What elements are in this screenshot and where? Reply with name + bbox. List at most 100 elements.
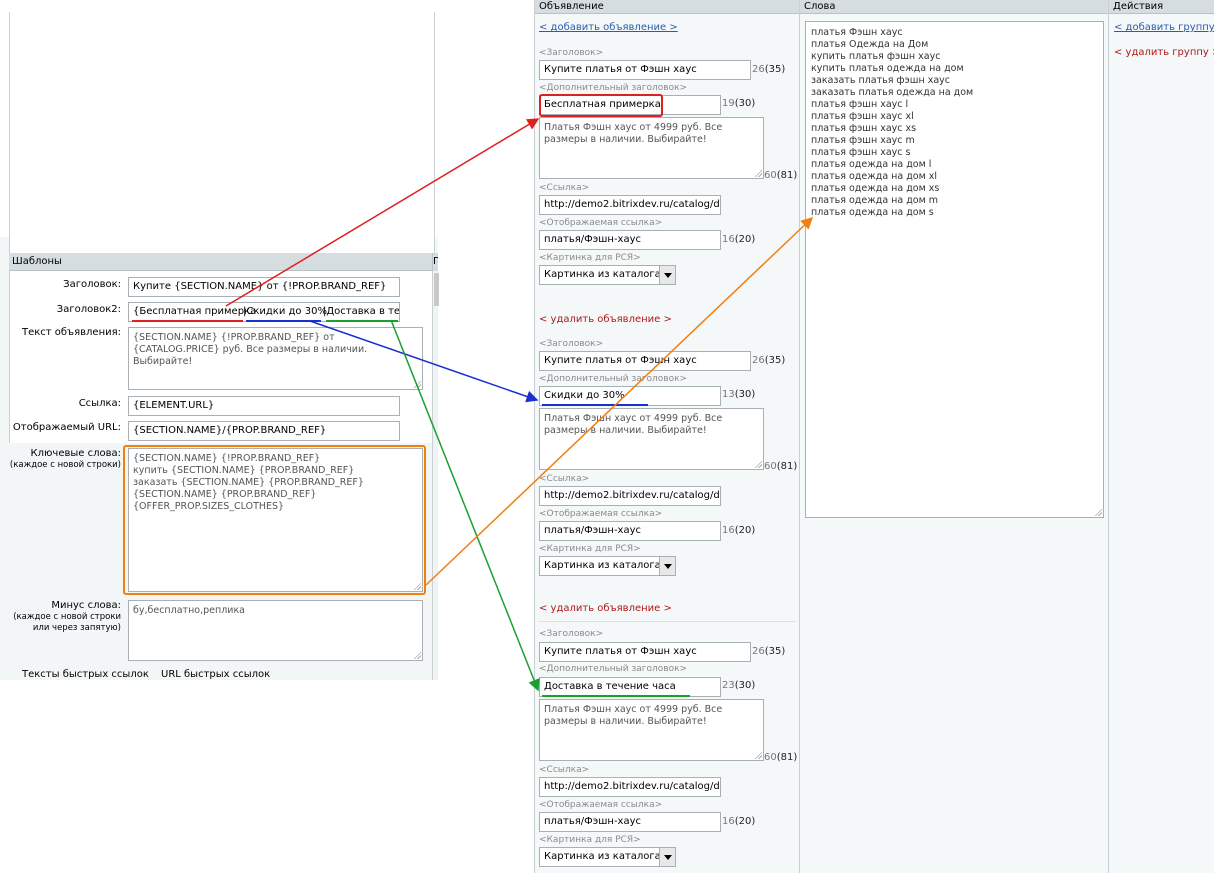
title2-variant-3: |Доставка в течение часа: [323, 306, 400, 317]
keyword-line: купить платья одежда на дом: [811, 63, 964, 74]
column-header-words: Слова: [800, 0, 1108, 14]
char-counter: 16(20): [722, 234, 756, 245]
title2-variant-2: |Скидки до 30%: [243, 306, 327, 317]
ad-extra-title-input[interactable]: Скидки до 30%: [539, 386, 721, 406]
title-label: <Заголовок>: [539, 48, 604, 58]
scrollbar-thumb[interactable]: [434, 273, 439, 306]
chevron-down-icon[interactable]: [659, 848, 675, 866]
resize-grip-icon[interactable]: [413, 651, 421, 659]
resize-grip-icon[interactable]: [413, 380, 421, 388]
ad-title-input[interactable]: Купите платья от Фэшн хаус: [539, 60, 751, 80]
keyword-line: заказать платья фэшн хаус: [811, 75, 950, 86]
column-header-actions: Действия: [1109, 0, 1214, 14]
template-link-input[interactable]: {ELEMENT.URL}: [128, 396, 400, 416]
ad-link-input[interactable]: http://demo2.bitrixdev.ru/catalog/dres: [539, 777, 721, 797]
char-counter: 60(81): [764, 461, 798, 472]
char-counter: 60(81): [764, 170, 798, 181]
display-link-label: <Отображаемая ссылка>: [539, 218, 663, 228]
title2-variant-1: {Бесплатная примерка: [133, 306, 257, 317]
extra-title-label: <Дополнительный заголовок>: [539, 374, 688, 384]
ad-text-textarea[interactable]: Платья Фэшн хаус от 4999 руб. Все размер…: [539, 117, 764, 179]
templates-header-next-column: П: [432, 253, 438, 271]
char-counter: 16(20): [722, 816, 756, 827]
keyword-line: платья Фэшн хаус: [811, 27, 903, 38]
chevron-down-icon[interactable]: [659, 266, 675, 284]
add-ad-link[interactable]: < добавить объявление >: [539, 22, 678, 33]
resize-grip-icon[interactable]: [1094, 508, 1102, 516]
picture-label: <Картинка для РСЯ>: [539, 253, 641, 263]
ad-display-link-input[interactable]: платья/Фэшн-хаус: [539, 812, 721, 832]
delete-ad-link[interactable]: < удалить объявление >: [539, 314, 672, 325]
delete-group-link[interactable]: < удалить группу >: [1114, 47, 1214, 58]
char-counter: 16(20): [722, 525, 756, 536]
template-title-label: Заголовок:: [63, 279, 121, 290]
char-counter: 26(35): [752, 646, 786, 657]
picture-select[interactable]: Картинка из каталога: [539, 265, 676, 285]
template-keywords-hint: (каждое с новой строки): [9, 460, 121, 470]
keywords-highlight-frame: [123, 445, 426, 595]
ad-display-link-input[interactable]: платья/Фэшн-хаус: [539, 521, 721, 541]
template-title-input[interactable]: Купите {SECTION.NAME} от {!PROP.BRAND_RE…: [128, 277, 400, 297]
template-minus-label: Минус слова:: [51, 600, 121, 611]
template-text-textarea[interactable]: {SECTION.NAME} {!PROP.BRAND_REF} от {CAT…: [128, 327, 423, 390]
char-counter: 23(30): [722, 680, 756, 691]
ad-title-input[interactable]: Купите платья от Фэшн хаус: [539, 642, 751, 662]
quick-links-texts-label: Тексты быстрых ссылок: [22, 669, 149, 680]
column-divider: [1108, 0, 1109, 873]
ad-link-input[interactable]: http://demo2.bitrixdev.ru/catalog/dres: [539, 195, 721, 215]
title-label: <Заголовок>: [539, 339, 604, 349]
ad-extra-title-input[interactable]: Доставка в течение часа: [539, 677, 721, 697]
template-minus-hint: (каждое с новой строки: [13, 612, 121, 622]
ad-title-input[interactable]: Купите платья от Фэшн хаус: [539, 351, 751, 371]
column-divider: [799, 0, 800, 873]
display-link-label: <Отображаемая ссылка>: [539, 509, 663, 519]
chevron-down-icon[interactable]: [659, 557, 675, 575]
template-display-url-input[interactable]: {SECTION.NAME}/{PROP.BRAND_REF}: [128, 421, 400, 441]
ad-text-textarea[interactable]: Платья Фэшн хаус от 4999 руб. Все размер…: [539, 408, 764, 470]
keyword-line: заказать платья одежда на дом: [811, 87, 974, 98]
display-link-label: <Отображаемая ссылка>: [539, 800, 663, 810]
ad-divider: [538, 621, 796, 622]
template-title2-label: Заголовок2:: [56, 304, 121, 315]
picture-label: <Картинка для РСЯ>: [539, 835, 641, 845]
keyword-line: платья фэшн хаус m: [811, 135, 915, 146]
template-display-url-label: Отображаемый URL:: [12, 422, 121, 433]
link-label: <Ссылка>: [539, 474, 590, 484]
picture-select[interactable]: Картинка из каталога: [539, 556, 676, 576]
link-label: <Ссылка>: [539, 183, 590, 193]
char-counter: 13(30): [722, 389, 756, 400]
ad-link-input[interactable]: http://demo2.bitrixdev.ru/catalog/dres: [539, 486, 721, 506]
keyword-line: платья Одежда на Дом: [811, 39, 929, 50]
templates-side-column: [432, 271, 438, 680]
keyword-line: платья фэшн хаус xs: [811, 123, 917, 134]
quick-links-urls-label: URL быстрых ссылок: [161, 669, 271, 680]
template-text-label: Текст объявления:: [21, 327, 121, 338]
ad-display-link-input[interactable]: платья/Фэшн-хаус: [539, 230, 721, 250]
resize-grip-icon[interactable]: [754, 460, 762, 468]
resize-grip-icon[interactable]: [754, 169, 762, 177]
delete-ad-link[interactable]: < удалить объявление >: [539, 603, 672, 614]
keyword-line: платья одежда на дом m: [811, 195, 939, 206]
picture-select[interactable]: Картинка из каталога: [539, 847, 676, 867]
char-counter: 26(35): [752, 64, 786, 75]
keyword-line: платья фэшн хаус l: [811, 99, 909, 110]
keyword-line: платья одежда на дом xl: [811, 171, 938, 182]
ad-extra-title-input[interactable]: Бесплатная примерка: [539, 95, 721, 115]
keywords-textarea[interactable]: платья Фэшн хаус платья Одежда на Дом ку…: [805, 21, 1104, 518]
extra-title-label: <Дополнительный заголовок>: [539, 83, 688, 93]
ad-text-textarea[interactable]: Платья Фэшн хаус от 4999 руб. Все размер…: [539, 699, 764, 761]
templates-header: Шаблоны: [9, 253, 433, 271]
extra-title-label: <Дополнительный заголовок>: [539, 664, 688, 674]
char-counter: 19(30): [722, 98, 756, 109]
keyword-line: платья одежда на дом xs: [811, 183, 940, 194]
char-counter: 60(81): [764, 752, 798, 763]
keyword-line: платья фэшн хаус xl: [811, 111, 914, 122]
add-group-link[interactable]: < добавить группу >: [1114, 22, 1214, 33]
template-keywords-label: Ключевые слова:: [30, 448, 122, 459]
keyword-line: купить платья фэшн хаус: [811, 51, 941, 62]
template-minus-textarea[interactable]: бу,бесплатно,реплика: [128, 600, 423, 661]
template-title2-input[interactable]: {Бесплатная примерка |Скидки до 30% |Дос…: [128, 302, 400, 322]
template-minus-hint: или через запятую): [32, 623, 121, 633]
link-label: <Ссылка>: [539, 765, 590, 775]
resize-grip-icon[interactable]: [754, 751, 762, 759]
